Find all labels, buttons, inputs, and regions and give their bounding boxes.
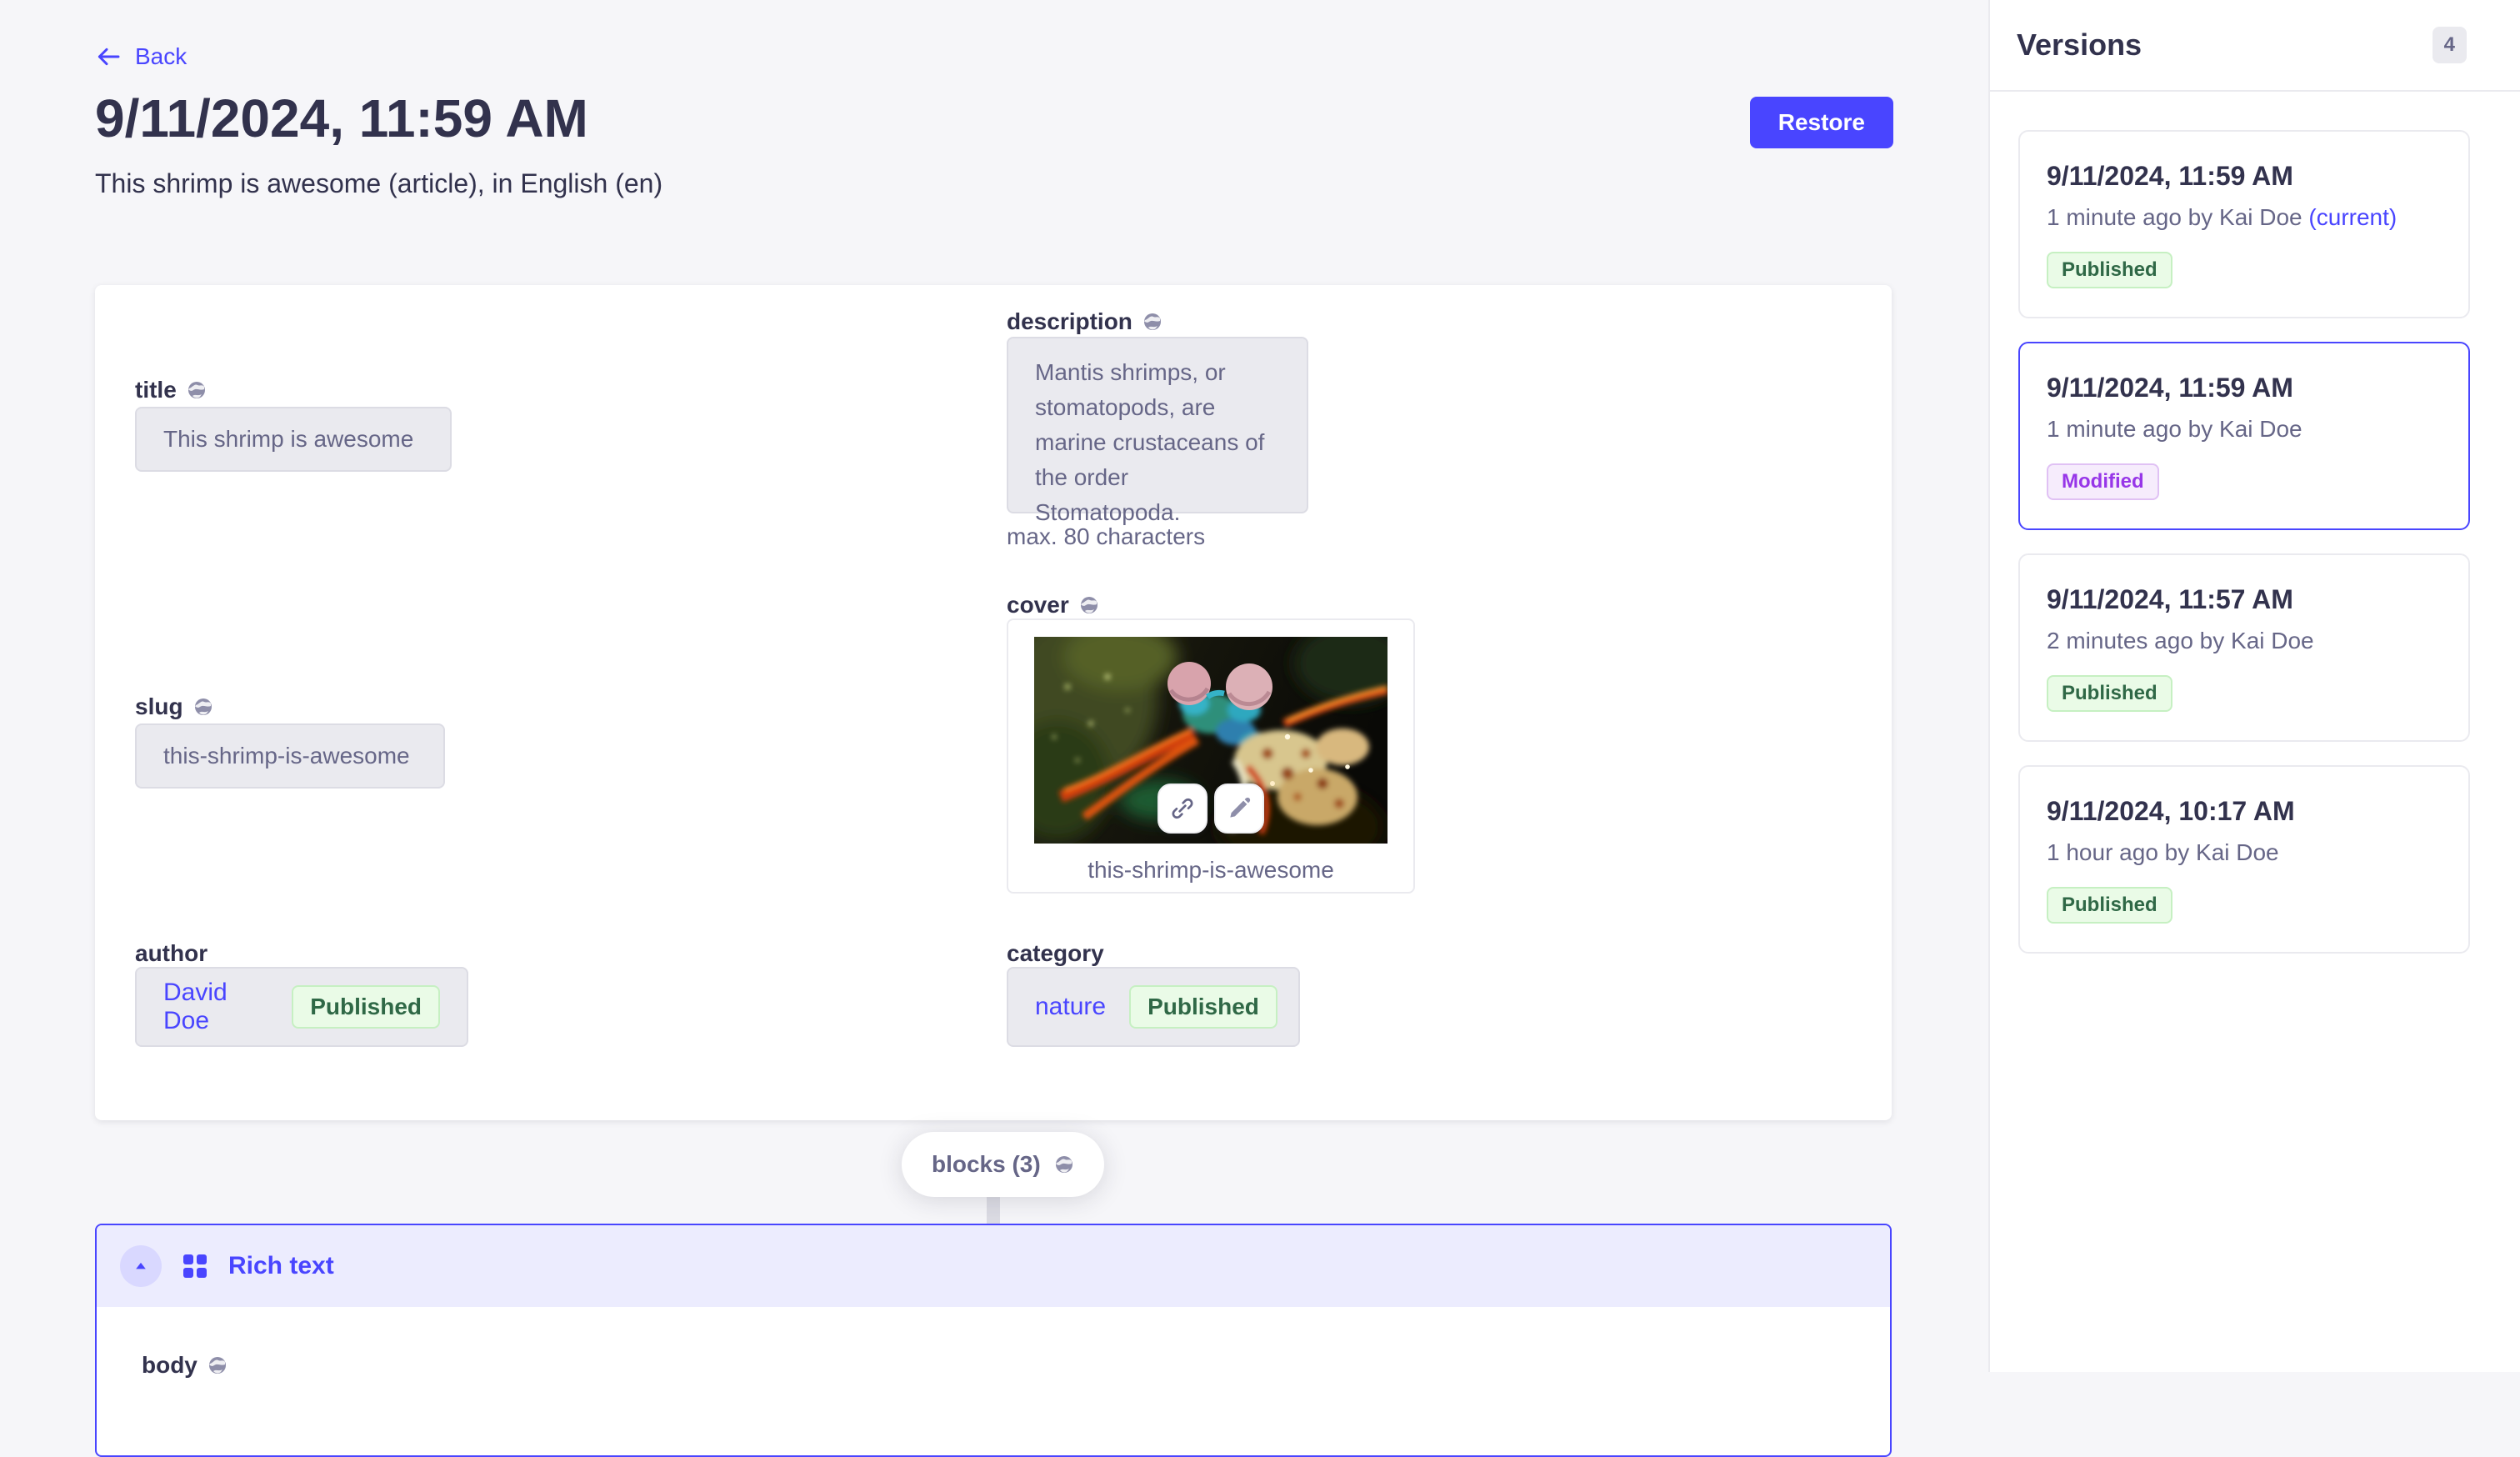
body-label-text: body [142,1352,198,1379]
page-subtitle: This shrimp is awesome (article), in Eng… [95,167,662,200]
link-icon [1169,795,1196,822]
cover-card: this-shrimp-is-awesome [1007,618,1415,894]
blocks-connector [987,1194,1000,1224]
main-content: Back 9/11/2024, 11:59 AM This shrimp is … [0,0,1988,1372]
category-relation-box: nature Published [1007,967,1300,1047]
description-field-label: description [1007,308,1162,335]
globe-icon [193,697,213,717]
description-textarea: Mantis shrimps, or stomatopods, are mari… [1007,337,1308,513]
globe-icon [1142,312,1162,332]
collapse-toggle-button[interactable] [120,1245,162,1287]
author-field-label: author [135,940,208,967]
current-version-label: (current) [2308,204,2397,230]
cover-field-label: cover [1007,592,1099,618]
cover-label-text: cover [1007,592,1069,618]
description-label-text: description [1007,308,1132,335]
richtext-body: body [97,1307,1890,1379]
version-status-badge: Published [2047,887,2172,924]
category-label-text: category [1007,940,1104,967]
version-time: 9/11/2024, 11:57 AM [2047,583,2442,615]
slug-input: this-shrimp-is-awesome [135,723,445,789]
category-link[interactable]: nature [1035,993,1106,1021]
author-relation-box: David Doe Published [135,967,468,1047]
globe-icon [187,380,207,400]
richtext-accordion-header[interactable]: Rich text [97,1225,1890,1307]
blocks-pill-label: blocks (3) [932,1151,1041,1178]
globe-icon [208,1355,228,1375]
version-status-badge: Published [2047,252,2172,288]
slug-field-label: slug [135,693,213,720]
title-input: This shrimp is awesome [135,407,452,472]
version-meta: 2 minutes ago by Kai Doe [2047,627,2442,655]
version-meta: 1 minute ago by Kai Doe [2047,415,2442,443]
globe-icon [1054,1154,1074,1174]
version-card[interactable]: 9/11/2024, 11:59 AM 1 minute ago by Kai … [2018,130,2470,318]
description-hint: max. 80 characters [1007,523,1205,550]
globe-icon [208,1355,228,1375]
versions-title: Versions [2017,28,2142,63]
globe-icon [1079,595,1099,615]
caret-up-icon [132,1258,149,1274]
pencil-icon [1226,795,1252,822]
restore-button[interactable]: Restore [1750,97,1893,148]
globe-icon [1142,312,1162,332]
version-meta: 1 hour ago by Kai Doe [2047,839,2442,867]
component-name-label: Rich text [228,1252,334,1280]
version-card[interactable]: 9/11/2024, 11:57 AM 2 minutes ago by Kai… [2018,553,2470,742]
cover-image [1034,637,1388,844]
versions-count-badge: 4 [2432,27,2467,63]
title-field-label: title [135,377,207,403]
slug-label-text: slug [135,693,183,720]
form-panel: title This shrimp is awesome slug this-s… [95,285,1892,1120]
cover-edit-button[interactable] [1214,784,1264,834]
version-time: 9/11/2024, 10:17 AM [2047,795,2442,827]
blocks-grid-icon [183,1254,207,1278]
cover-link-button[interactable] [1158,784,1208,834]
globe-icon [1079,595,1099,615]
version-list: 9/11/2024, 11:59 AM 1 minute ago by Kai … [1990,92,2520,987]
author-status-badge: Published [292,985,440,1029]
blocks-field-pill: blocks (3) [902,1132,1104,1197]
version-card[interactable]: 9/11/2024, 10:17 AM 1 hour ago by Kai Do… [2018,765,2470,954]
title-label-text: title [135,377,177,403]
version-card[interactable]: 9/11/2024, 11:59 AM 1 minute ago by Kai … [2018,342,2470,530]
version-status-badge: Modified [2047,463,2159,500]
category-field-label: category [1007,940,1104,967]
richtext-component-panel: Rich text body [95,1224,1892,1457]
version-time: 9/11/2024, 11:59 AM [2047,160,2442,192]
globe-icon [187,380,207,400]
cover-caption: this-shrimp-is-awesome [1008,857,1413,884]
author-link[interactable]: David Doe [163,979,268,1035]
versions-header: Versions 4 [1990,0,2520,92]
cover-actions [1158,784,1264,834]
category-status-badge: Published [1129,985,1278,1029]
globe-icon [1054,1154,1074,1174]
arrow-left-icon [95,43,122,70]
back-link[interactable]: Back [95,43,187,70]
page-title: 9/11/2024, 11:59 AM [95,87,588,150]
version-time: 9/11/2024, 11:59 AM [2047,372,2442,403]
globe-icon [193,697,213,717]
author-label-text: author [135,940,208,967]
versions-sidebar: Versions 4 9/11/2024, 11:59 AM 1 minute … [1988,0,2520,1372]
back-label: Back [135,43,187,70]
body-field-label: body [142,1352,1890,1379]
version-meta: 1 minute ago by Kai Doe (current) [2047,203,2442,232]
version-status-badge: Published [2047,675,2172,712]
